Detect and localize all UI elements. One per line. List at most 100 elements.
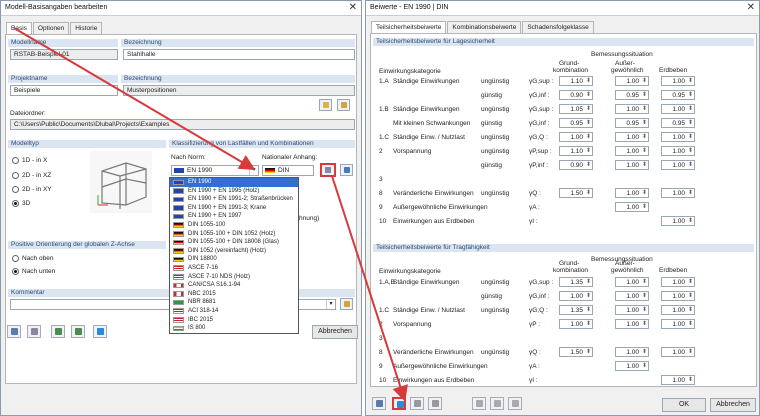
erdbeben-value-spinner[interactable]: 0.95 [661,90,695,100]
norm-option[interactable]: DIN 1055-100 + DIN 1052 (Holz) [170,230,298,239]
anhang-combo[interactable]: DIN [262,165,314,176]
norm-option[interactable]: ACI 318-14 [170,307,298,316]
proj-bezeichnung-field[interactable]: Musterpositionen [123,85,355,96]
erdbeben-value-spinner[interactable]: 1.00 [661,188,695,198]
abbrechen-button-left[interactable]: Abbrechen [312,325,358,339]
erdbeben-value-spinner[interactable]: 1.00 [661,216,695,226]
grund-value-spinner[interactable]: 0.95 [559,118,593,128]
norm-option[interactable]: CAN/CSA S16.1-94 [170,281,298,290]
ausser-value-spinner[interactable]: 1.00 [615,188,649,198]
grund-value-spinner[interactable]: 1.10 [559,76,593,86]
erdbeben-value-spinner[interactable]: 1.00 [661,104,695,114]
radio-nach-unten[interactable]: Nach unten [12,268,55,275]
new-project-button[interactable] [319,99,332,111]
chevron-down-icon[interactable]: ▾ [249,166,258,175]
grund-value-spinner[interactable]: 1.50 [559,188,593,198]
norm-option[interactable]: DIN 1055-100 [170,221,298,230]
norm-option[interactable]: DIN 1052 (vereinfacht) (Holz) [170,247,298,256]
save-button[interactable] [410,397,424,410]
tool-button-c[interactable] [508,397,522,410]
grund-value-spinner[interactable]: 0.90 [559,90,593,100]
norm-option[interactable]: EN 1990 + EN 1991-2; Straßenbrücken [170,195,298,204]
norm-option[interactable]: ASCE 7-16 [170,264,298,273]
norm-option[interactable]: EN 1990 + EN 1995 (Holz) [170,187,298,196]
norm-option[interactable]: NBC 2015 [170,290,298,299]
erdbeben-value-spinner[interactable]: 1.00 [661,160,695,170]
grund-value-spinner[interactable]: 1.35 [559,277,593,287]
erdbeben-value-spinner[interactable]: 1.00 [661,76,695,86]
tab-optionen[interactable]: Optionen [32,22,70,34]
grund-value-spinner[interactable]: 1.50 [559,347,593,357]
ausser-value-spinner[interactable]: 1.00 [615,319,649,329]
ausser-value-spinner[interactable]: 1.00 [615,277,649,287]
radio-2d-xy[interactable]: 2D - in XY [12,186,52,193]
delete-button[interactable] [428,397,442,410]
tab-schadensfolge[interactable]: Schadensfolgeklasse [522,21,594,33]
norm-option[interactable]: IBC 2015 [170,316,298,325]
radio-nach-oben[interactable]: Nach oben [12,255,53,262]
norm-option[interactable]: IS 800 [170,324,298,333]
grund-value-spinner[interactable]: 1.00 [559,132,593,142]
grund-value-spinner[interactable]: 1.00 [559,291,593,301]
grund-value-spinner[interactable]: 1.05 [559,104,593,114]
erdbeben-value-spinner[interactable]: 1.00 [661,347,695,357]
ausser-value-spinner[interactable]: 1.00 [615,76,649,86]
norm-combo[interactable]: EN 1990 ▾ [171,165,259,176]
norm-option[interactable]: DIN 1055-100 + DIN 18008 (Glas) [170,238,298,247]
erdbeben-value-spinner[interactable]: 1.00 [661,291,695,301]
grund-value-spinner[interactable]: 1.10 [559,146,593,156]
erdbeben-value-spinner[interactable]: 0.95 [661,118,695,128]
norm-option[interactable]: EN 1990 [170,178,298,187]
erdbeben-value-spinner[interactable]: 1.00 [661,319,695,329]
close-icon[interactable]: ✕ [747,2,755,13]
grund-value-spinner[interactable]: 0.90 [559,160,593,170]
open-project-button[interactable] [337,99,350,111]
norm-option[interactable]: EN 1990 + EN 1991-3; Krane [170,204,298,213]
table-button[interactable] [51,325,65,338]
tab-kombination[interactable]: Kombinationsbeiwerte [447,21,522,33]
ausser-value-spinner[interactable]: 1.00 [615,305,649,315]
edit-button[interactable] [27,325,41,338]
ausser-value-spinner[interactable]: 1.00 [615,160,649,170]
tool-button-a[interactable] [472,397,486,410]
ausser-value-spinner[interactable]: 0.95 [615,118,649,128]
ausser-value-spinner[interactable]: 0.95 [615,90,649,100]
ausser-value-spinner[interactable]: 1.00 [615,347,649,357]
ausser-value-spinner[interactable]: 1.00 [615,146,649,156]
grund-value-spinner[interactable]: 1.35 [559,305,593,315]
edit-coefficients-button[interactable] [320,163,336,177]
ausser-value-spinner[interactable]: 1.00 [615,132,649,142]
norm-option[interactable]: NBR 8681 [170,298,298,307]
radio-2d-xz[interactable]: 2D - in XZ [12,172,51,179]
dateiordner-field[interactable]: C:\Users\Public\Documents\Dlubal\Project… [10,119,355,130]
ausser-value-spinner[interactable]: 1.00 [615,361,649,371]
norm-option[interactable]: EN 1990 + EN 1997 [170,212,298,221]
tab-historie[interactable]: Historie [70,22,103,34]
export-button[interactable] [71,325,85,338]
bezeichnung-field[interactable]: Stahlhalle [123,49,355,60]
help-button-right[interactable] [372,397,386,410]
tool-button-b[interactable] [490,397,504,410]
erdbeben-value-spinner[interactable]: 1.00 [661,375,695,385]
ok-button[interactable]: OK [662,398,706,412]
norm-option[interactable]: DIN 18800 [170,255,298,264]
ausser-value-spinner[interactable]: 1.00 [615,202,649,212]
erdbeben-value-spinner[interactable]: 1.00 [661,305,695,315]
norm-option[interactable]: ASCE 7-10 NDS (Holz) [170,273,298,282]
kommentar-edit-button[interactable] [340,298,353,310]
import-button[interactable] [93,325,107,338]
filter-button[interactable] [340,164,353,176]
radio-3d[interactable]: 3D [12,200,30,207]
grund-value-spinner[interactable]: 1.00 [559,319,593,329]
ausser-value-spinner[interactable]: 1.00 [615,291,649,301]
ausser-value-spinner[interactable]: 1.00 [615,104,649,114]
kommentar-chevron-icon[interactable]: ▾ [326,300,335,309]
abbrechen-button-right[interactable]: Abbrechen [710,398,756,412]
modellname-field[interactable]: RSTAB-Beispiel-01 [10,49,118,60]
radio-1d[interactable]: 1D - in X [12,157,47,164]
load-button[interactable] [392,397,406,410]
help-button[interactable] [7,325,21,338]
erdbeben-value-spinner[interactable]: 1.00 [661,277,695,287]
close-icon[interactable]: ✕ [349,2,357,13]
erdbeben-value-spinner[interactable]: 1.00 [661,132,695,142]
